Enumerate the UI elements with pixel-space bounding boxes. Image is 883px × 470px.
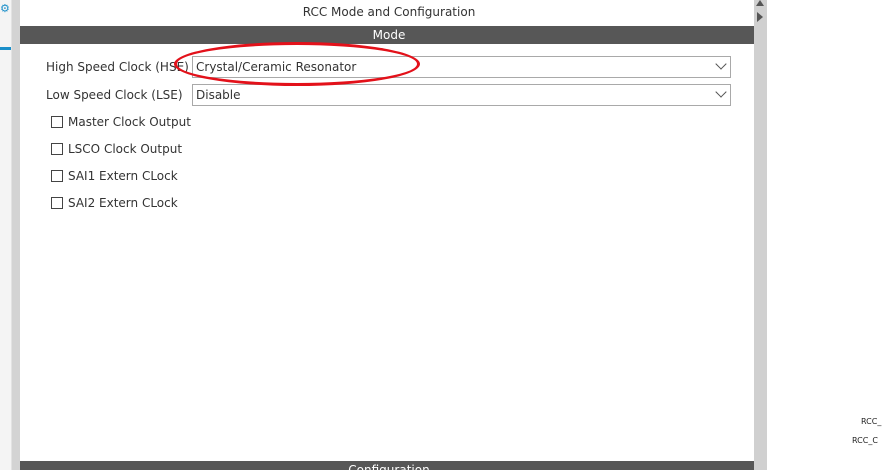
lse-label: Low Speed Clock (LSE) <box>46 88 183 102</box>
chevron-down-icon <box>715 86 727 98</box>
chevron-down-icon <box>715 58 727 70</box>
pin-label[interactable]: RCC_C <box>852 436 878 445</box>
panel-splitter[interactable] <box>754 0 767 470</box>
mode-section-header[interactable]: Mode <box>20 26 758 44</box>
hse-label: High Speed Clock (HSE) <box>46 60 189 74</box>
lsco-clock-output-label: LSCO Clock Output <box>68 142 183 156</box>
configuration-section-header[interactable]: Configuration <box>20 461 758 470</box>
sai1-extern-clock-label: SAI1 Extern CLock <box>68 169 178 183</box>
active-tab-indicator <box>0 47 11 50</box>
expand-right-icon[interactable] <box>757 12 763 22</box>
sai2-extern-clock-label: SAI2 Extern CLock <box>68 196 178 210</box>
app-window: ⚙ RCC Mode and Configuration Mode High S… <box>0 0 883 470</box>
pin-label[interactable]: RCC_ <box>861 417 881 426</box>
collapse-up-icon[interactable] <box>756 0 764 6</box>
lsco-clock-output-checkbox[interactable] <box>51 143 63 155</box>
sai1-extern-clock-checkbox[interactable] <box>51 170 63 182</box>
master-clock-output-checkbox[interactable] <box>51 116 63 128</box>
hse-select-value: Crystal/Ceramic Resonator <box>196 60 357 74</box>
left-sidebar-edge: ⚙ <box>0 0 12 470</box>
sai2-extern-clock-checkbox[interactable] <box>51 197 63 209</box>
rcc-panel-body: RCC Mode and Configuration Mode High Spe… <box>20 0 758 470</box>
lse-select[interactable]: Disable <box>192 84 731 106</box>
gear-icon[interactable]: ⚙ <box>0 3 10 15</box>
hse-select[interactable]: Crystal/Ceramic Resonator <box>192 56 731 78</box>
rcc-panel: RCC Mode and Configuration Mode High Spe… <box>12 0 767 470</box>
lse-select-value: Disable <box>196 88 241 102</box>
master-clock-output-label: Master Clock Output <box>68 115 191 129</box>
panel-title: RCC Mode and Configuration <box>302 5 476 19</box>
